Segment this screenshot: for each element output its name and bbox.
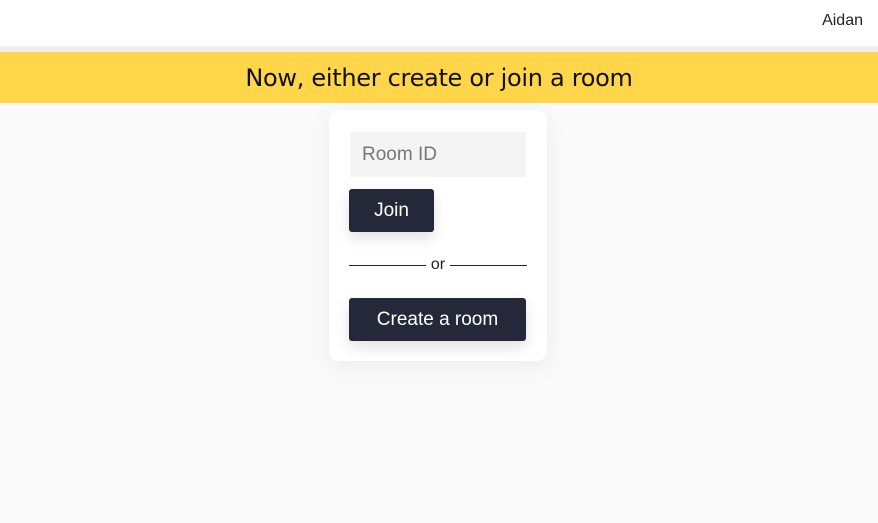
divider-text: or — [430, 256, 446, 273]
join-button[interactable]: Join — [349, 189, 434, 232]
divider-line-right — [450, 264, 528, 266]
or-divider: or — [349, 255, 528, 275]
instruction-banner: Now, either create or join a room — [0, 52, 878, 103]
banner-title: Now, either create or join a room — [245, 63, 633, 92]
top-bar: Aidan — [0, 0, 878, 46]
create-room-button[interactable]: Create a room — [349, 298, 526, 341]
username-label[interactable]: Aidan — [822, 12, 863, 30]
room-card: Join or Create a room — [329, 110, 547, 361]
room-id-input[interactable] — [350, 132, 526, 177]
divider-line-left — [349, 264, 426, 266]
